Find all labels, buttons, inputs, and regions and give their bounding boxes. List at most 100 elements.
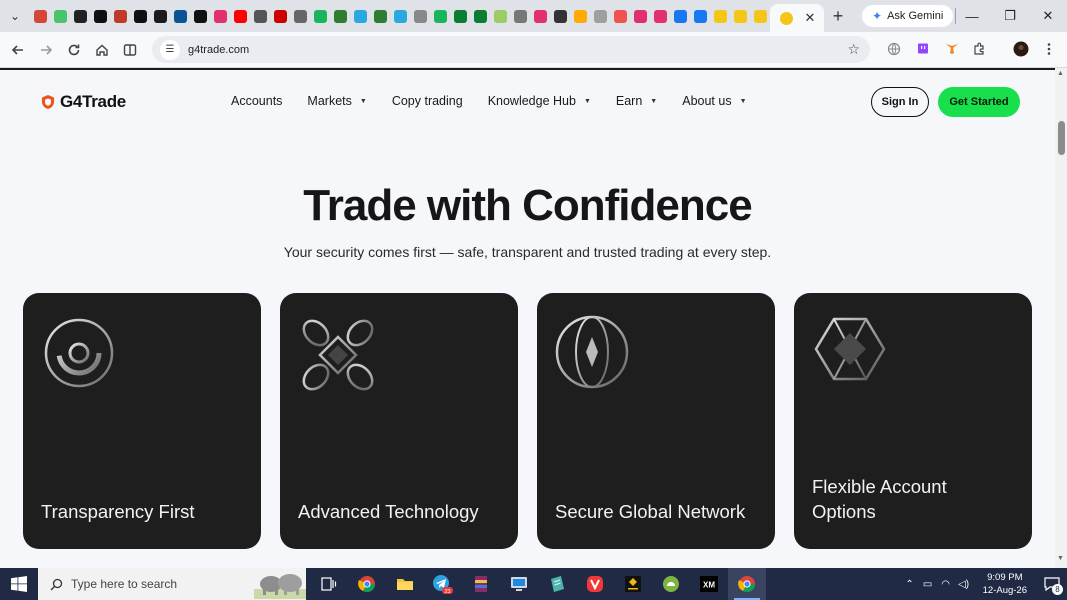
minimize-icon[interactable]: — [953,0,991,32]
extension-metamask-icon[interactable] [941,38,963,60]
tab-favicon-30[interactable] [630,0,650,32]
url-text[interactable]: g4trade.com [188,44,249,56]
split-view-icon[interactable] [116,36,144,64]
tab-favicon-12[interactable] [270,0,290,32]
trading-app-icon[interactable] [614,568,652,600]
chrome-active-taskbar-icon[interactable] [728,568,766,600]
tab-favicon-9[interactable] [210,0,230,32]
feature-card-global-network[interactable]: Secure Global Network [537,293,775,549]
feature-card-technology[interactable]: Advanced Technology [280,293,518,549]
tab-favicon-18[interactable] [390,0,410,32]
tab-favicon-21[interactable] [450,0,470,32]
wifi-icon[interactable]: ◠ [937,579,955,590]
tab-favicon-13[interactable] [290,0,310,32]
xm-app-icon[interactable]: XM [690,568,728,600]
active-tab[interactable]: ✕ [770,4,824,32]
close-window-icon[interactable]: ✕ [1029,0,1067,32]
tab-favicon-17[interactable] [370,0,390,32]
nav-knowledge-hub[interactable]: Knowledge Hub ▼ [488,94,591,108]
tab-favicon-8[interactable] [190,0,210,32]
chrome-taskbar-icon[interactable] [348,568,386,600]
tab-favicon-3[interactable] [90,0,110,32]
winrar-icon[interactable] [462,568,500,600]
tab-favicon-35[interactable] [730,0,750,32]
vivaldi-icon[interactable] [576,568,614,600]
home-icon[interactable] [88,36,116,64]
tab-favicon-16[interactable] [350,0,370,32]
tray-clock[interactable]: 9:09 PM 12-Aug-26 [983,571,1027,597]
telegram-taskbar-icon[interactable]: 23 [424,568,462,600]
tab-favicon-0[interactable] [30,0,50,32]
nav-about-us[interactable]: About us ▼ [682,94,746,108]
task-view-icon[interactable] [310,568,348,600]
tab-favicon-10[interactable] [230,0,250,32]
tray-battery-icon[interactable]: ▭ [919,579,937,590]
new-tab-button[interactable]: + [824,6,852,27]
tab-close-icon[interactable]: ✕ [802,10,818,26]
tab-favicon-28[interactable] [590,0,610,32]
volume-icon[interactable]: ◁) [955,579,973,590]
extension-globe-icon[interactable] [883,38,905,60]
forward-arrow-icon[interactable] [32,36,60,64]
nav-accounts[interactable]: Accounts [231,94,282,108]
chevron-down-icon: ▼ [359,97,367,105]
nav-earn[interactable]: Earn ▼ [616,94,657,108]
site-settings-icon[interactable]: ☰ [160,39,180,60]
tray-chevron-up-icon[interactable]: ⌃ [901,579,919,590]
tab-favicon-24[interactable] [510,0,530,32]
tab-favicon-23[interactable] [490,0,510,32]
nav-markets-label: Markets [307,94,352,108]
address-bar[interactable]: ☰ g4trade.com ☆ [152,36,870,63]
notepad-app-icon[interactable] [538,568,576,600]
tab-favicon-32[interactable] [670,0,690,32]
tab-favicon-5[interactable] [130,0,150,32]
extensions-puzzle-icon[interactable] [968,38,990,60]
chrome-menu-icon[interactable] [1038,38,1060,60]
nav-markets[interactable]: Markets ▼ [307,94,366,108]
sign-in-button[interactable]: Sign In [871,87,929,117]
tab-favicon-25[interactable] [530,0,550,32]
tab-favicon-27[interactable] [570,0,590,32]
tab-favicon-2[interactable] [70,0,90,32]
tab-favicon-11[interactable] [250,0,270,32]
profile-avatar[interactable] [1010,38,1032,60]
network-app-icon[interactable] [500,568,538,600]
scroll-down-arrow-icon[interactable]: ▼ [1057,555,1064,562]
g4trade-logo[interactable]: G4Trade [40,92,126,112]
scrollbar-thumb[interactable] [1058,121,1065,155]
logo-text: G4Trade [60,92,126,111]
notification-count-badge: 8 [1052,584,1063,595]
tab-favicon-4[interactable] [110,0,130,32]
tab-favicon-20[interactable] [430,0,450,32]
tab-favicon-19[interactable] [410,0,430,32]
tab-favicon-7[interactable] [170,0,190,32]
tab-favicon-14[interactable] [310,0,330,32]
tab-favicon-6[interactable] [150,0,170,32]
taskbar-search-box[interactable]: Type here to search [38,568,306,600]
ask-gemini-button[interactable]: ✦ Ask Gemini [862,5,954,27]
feature-card-transparency[interactable]: Transparency First [23,293,261,549]
bookmark-star-icon[interactable]: ☆ [847,41,860,58]
android-app-icon[interactable] [652,568,690,600]
tab-favicon-34[interactable] [710,0,730,32]
reload-icon[interactable] [60,36,88,64]
windows-start-icon[interactable] [0,568,38,600]
tab-favicon-26[interactable] [550,0,570,32]
nav-copy-trading[interactable]: Copy trading [392,94,463,108]
tab-search-chevron-icon[interactable]: ⌄ [0,0,30,32]
notification-center-icon[interactable]: 8 [1037,568,1067,600]
extension-twitch-icon[interactable] [912,38,934,60]
tab-favicon-31[interactable] [650,0,670,32]
tab-favicon-22[interactable] [470,0,490,32]
tab-favicon-36[interactable] [750,0,770,32]
tab-favicon-15[interactable] [330,0,350,32]
file-explorer-icon[interactable] [386,568,424,600]
get-started-button[interactable]: Get Started [938,87,1020,117]
tab-favicon-33[interactable] [690,0,710,32]
back-arrow-icon[interactable] [4,36,32,64]
restore-icon[interactable]: ❐ [991,0,1029,32]
tab-favicon-29[interactable] [610,0,630,32]
feature-card-flexible-account[interactable]: Flexible Account Options [794,293,1032,549]
tab-favicon-1[interactable] [50,0,70,32]
scroll-up-arrow-icon[interactable]: ▲ [1057,70,1064,77]
